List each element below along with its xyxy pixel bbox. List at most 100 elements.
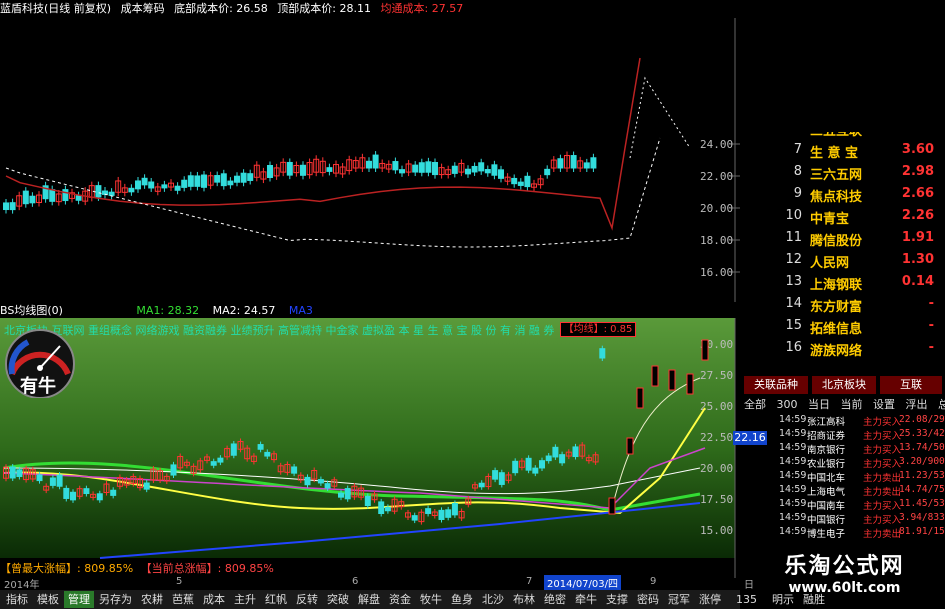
total-gain-label: 【当前总涨幅】: 809.85% (140, 562, 274, 575)
tick-row[interactable]: 14:59中国南车 主力买入11.45/53% (779, 498, 945, 512)
filter-current[interactable]: 当前 (841, 398, 863, 411)
header-item-2: 底部成本价: 26.58 (174, 2, 268, 15)
tick-row[interactable]: 14:59上海电气 主力卖出14.74/75% (779, 484, 945, 498)
candle-body (517, 181, 524, 186)
ranking-row[interactable]: 10 中青宝 2.26 (744, 208, 945, 229)
formula-tab[interactable]: 支撑 (602, 591, 632, 608)
filter-tabs: 全部 300 当日 当前 设置 浮出 总览 (744, 396, 945, 411)
candle-body (128, 187, 135, 193)
candle-body (583, 162, 590, 169)
ranking-row[interactable]: 14 东方财富 - (744, 296, 945, 317)
rank-stock-name: 游族网络 (810, 344, 863, 359)
candle-body (425, 508, 432, 514)
filter-all[interactable]: 全部 (744, 398, 766, 411)
tick-time: 14:59 (779, 456, 807, 467)
tick-row[interactable]: 14:59农业银行 主力买入3.20/900% (779, 456, 945, 470)
tab-related[interactable]: 关联品种 (744, 376, 808, 394)
tick-row[interactable]: 14:59博生电子 主力卖出81.91/15% (779, 526, 945, 540)
indicator-chart[interactable]: 30.0027.5025.0022.5020.0017.5015.00 (0, 318, 740, 578)
ranking-row[interactable]: 15 拓维信息 - (744, 318, 945, 339)
axis-tick-label: 25.00 (700, 400, 733, 413)
formula-tab[interactable]: 成本 (199, 591, 229, 608)
candlestick-chart[interactable]: 24.00 22.00 20.00 18.00 16.00 (0, 18, 740, 302)
formula-tab[interactable]: 农耕 (137, 591, 167, 608)
date-m6: 6 (352, 576, 359, 587)
candle-body (96, 493, 103, 501)
rank-change: 2.26 (901, 208, 934, 223)
indicator-name[interactable]: BS均线图(0) (0, 304, 63, 317)
candle-body (95, 185, 102, 198)
formula-tab[interactable]: 红帆 (261, 591, 291, 608)
tick-row[interactable]: 14:59南京银行 主力买入13.74/50% (779, 442, 945, 456)
filter-float[interactable]: 浮出 (906, 398, 928, 411)
formula-tab[interactable]: 突破 (323, 591, 353, 608)
candle-body (29, 195, 36, 204)
ma2-label: MA2: 24.57 (212, 304, 276, 317)
ranking-row[interactable]: 8 三六五网 2.98 (744, 164, 945, 185)
filter-settings[interactable]: 设置 (873, 398, 895, 411)
tick-row[interactable]: 14:59中国北车 主力卖出11.23/53% (779, 470, 945, 484)
candle-body (451, 165, 458, 174)
rank-number: 16 (785, 340, 802, 355)
rank-change: - (928, 296, 934, 311)
filter-overview[interactable]: 总览 (938, 398, 945, 411)
ranking-row[interactable]: 12 人民网 1.30 (744, 252, 945, 273)
formula-tab[interactable]: 绝密 (540, 591, 570, 608)
candle-body (668, 369, 676, 391)
candle-body (63, 487, 70, 499)
candle-body (686, 373, 694, 395)
formula-tab[interactable]: 另存为 (95, 591, 136, 608)
formula-tab[interactable]: 管理 (64, 591, 94, 608)
candle-body (544, 168, 551, 176)
formula-tab[interactable]: 密码 (633, 591, 663, 608)
formula-tab[interactable]: 牵牛 (571, 591, 601, 608)
formula-tab[interactable]: 牧牛 (416, 591, 446, 608)
candle-body (399, 169, 405, 174)
ranking-row[interactable]: 6 三五互联 4.12 (744, 132, 945, 141)
tick-row[interactable]: 14:59中国银行 主力买入3.94/833% (779, 512, 945, 526)
candle-body (230, 443, 237, 456)
date-m9: 9 (650, 576, 657, 587)
ranking-row[interactable]: 16 游族网络 - (744, 340, 945, 361)
filter-300[interactable]: 300 (777, 398, 798, 411)
tick-stock: 上海电气 (807, 487, 846, 498)
candle-body (425, 161, 432, 173)
tick-row[interactable]: 14:59张江高科 主力买入22.08/29% (779, 414, 945, 428)
candle-body (36, 474, 43, 482)
ranking-row[interactable]: 9 焦点科技 2.66 (744, 186, 945, 207)
filter-today[interactable]: 当日 (808, 398, 830, 411)
candle-body (56, 474, 63, 487)
candle-body (524, 175, 531, 188)
formula-tab[interactable]: 融胜 (799, 591, 829, 608)
candle-body (498, 169, 504, 179)
ranking-row[interactable]: 11 腾信股份 1.91 (744, 230, 945, 251)
tab-internet[interactable]: 互联 (880, 376, 942, 394)
formula-tab[interactable]: 布林 (509, 591, 539, 608)
formula-tab[interactable]: 资金 (385, 591, 415, 608)
tick-action: 主力卖出 (863, 473, 902, 484)
formula-tab[interactable]: 冠军 (664, 591, 694, 608)
tick-value: 3.94/833% (899, 512, 945, 523)
candle-body (143, 482, 150, 490)
formula-tab[interactable]: 135 (726, 591, 767, 608)
formula-tab[interactable]: 明示 (768, 591, 798, 608)
rank-number: 6 (784, 132, 802, 135)
formula-tab[interactable]: 反转 (292, 591, 322, 608)
tick-time: 14:59 (779, 484, 807, 495)
formula-tab[interactable]: 北沙 (478, 591, 508, 608)
tab-beijing[interactable]: 北京板块 (812, 376, 876, 394)
rank-stock-name: 上海钢联 (810, 278, 863, 293)
formula-tab[interactable]: 鱼身 (447, 591, 477, 608)
tick-row[interactable]: 14:59招商证券 主力买入25.33/42% (779, 428, 945, 442)
formula-tab[interactable]: 指标 (2, 591, 32, 608)
formula-tab[interactable]: 解盘 (354, 591, 384, 608)
formula-tab[interactable]: 涨停 (695, 591, 725, 608)
rank-stock-name: 生 意 宝 (810, 146, 859, 161)
candle-body (194, 175, 201, 187)
ranking-row[interactable]: 7 生 意 宝 3.60 (744, 142, 945, 163)
formula-tab[interactable]: 模板 (33, 591, 63, 608)
formula-tab[interactable]: 主升 (230, 591, 260, 608)
candle-body (478, 482, 485, 488)
formula-tab[interactable]: 芭蕉 (168, 591, 198, 608)
ranking-row[interactable]: 13 上海钢联 0.14 (744, 274, 945, 295)
